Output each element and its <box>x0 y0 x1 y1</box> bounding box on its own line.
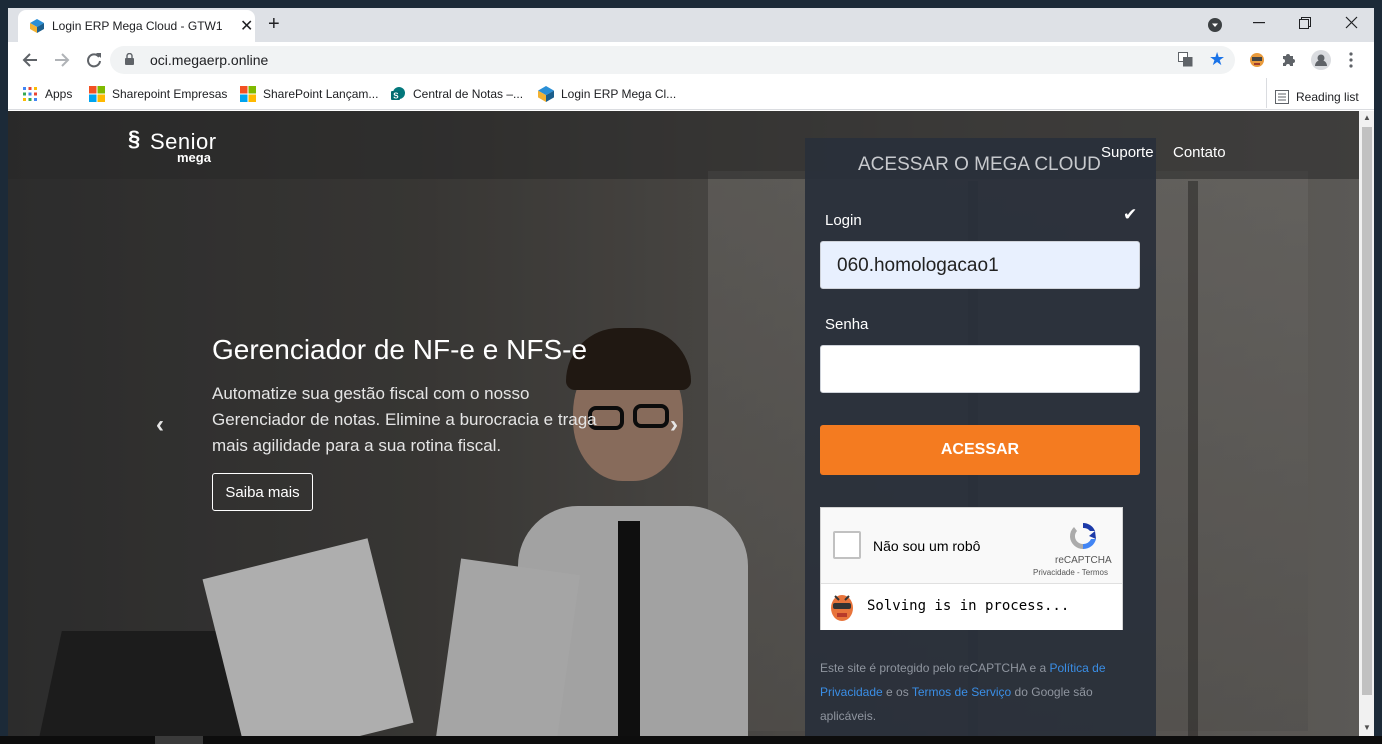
mega-cloud-favicon-icon <box>30 19 44 33</box>
close-window-icon[interactable] <box>1345 16 1358 29</box>
bookmark-central-de-notas[interactable]: S Central de Notas –... <box>390 86 523 102</box>
hero-description: Automatize sua gestão fiscal com o nosso… <box>212 384 597 455</box>
browser-window: Login ERP Mega Cloud - GTW1 ✕ + oci.mega… <box>8 8 1374 736</box>
login-input[interactable]: 060.homologacao1 <box>820 241 1140 289</box>
recaptcha-logo-icon <box>1069 523 1096 550</box>
captcha-solver-status: Solving is in process... <box>821 583 1122 630</box>
acessar-button[interactable]: ACESSAR <box>820 425 1140 475</box>
tab-close-icon[interactable]: ✕ <box>240 16 253 36</box>
mega-cloud-favicon-icon <box>538 86 554 102</box>
minimize-icon[interactable] <box>1253 22 1265 24</box>
bookmark-star-icon[interactable]: ★ <box>1209 49 1225 70</box>
tab-strip: Login ERP Mega Cloud - GTW1 ✕ + <box>8 8 1374 42</box>
saiba-mais-button[interactable]: Saiba mais <box>212 473 313 511</box>
extensions-puzzle-icon[interactable] <box>1281 52 1296 67</box>
password-label: Senha <box>825 316 869 333</box>
bookmark-login-erp[interactable]: Login ERP Mega Cl... <box>538 86 676 102</box>
bookmarks-bar: Apps Sharepoint Empresas SharePoint Lanç… <box>8 78 1374 110</box>
web-page: § Senior mega ‹ › Gerenciador de NF-e e … <box>8 111 1359 736</box>
checkmark-icon: ✔ <box>1123 205 1138 224</box>
hero-title: Gerenciador de NF-e e NFS-e <box>212 334 588 365</box>
browser-tab[interactable]: Login ERP Mega Cloud - GTW1 ✕ <box>18 10 255 42</box>
login-label: Login <box>825 212 862 229</box>
url-text: oci.megaerp.online <box>150 52 269 68</box>
legal-text: e os <box>882 685 912 699</box>
lock-icon <box>125 53 134 65</box>
back-icon[interactable] <box>22 52 38 68</box>
svg-text:S: S <box>393 92 399 101</box>
reading-list-label: Reading list <box>1296 90 1359 104</box>
scroll-down-icon[interactable]: ▼ <box>1363 723 1371 732</box>
menu-kebab-icon[interactable] <box>1349 52 1353 68</box>
recaptcha-label: Não sou um robô <box>873 538 981 554</box>
bookmark-label: SharePoint Lançam... <box>263 87 379 101</box>
password-input[interactable] <box>820 345 1140 393</box>
bookmark-label: Central de Notas –... <box>413 87 524 101</box>
bookmark-label: Sharepoint Empresas <box>112 87 228 101</box>
terms-of-service-link[interactable]: Termos de Serviço <box>912 685 1011 699</box>
legal-text: Este site é protegido pelo reCAPTCHA e a <box>820 661 1050 675</box>
reload-icon[interactable] <box>86 52 102 68</box>
solver-extension-icon[interactable] <box>1249 51 1265 69</box>
senior-logo-icon: § <box>128 126 141 151</box>
new-tab-button[interactable]: + <box>268 13 280 36</box>
recaptcha-brand: reCAPTCHA <box>1055 555 1112 566</box>
recaptcha-legal: Este site é protegido pelo reCAPTCHA e a… <box>820 656 1140 728</box>
microsoft-logo-icon <box>89 86 105 102</box>
translate-icon[interactable] <box>1178 52 1193 67</box>
carousel-prev-icon[interactable]: ‹ <box>156 411 164 439</box>
bookmark-apps[interactable]: Apps <box>22 86 72 102</box>
restore-icon[interactable] <box>1299 17 1311 29</box>
solver-status-text: Solving is in process... <box>867 598 1070 614</box>
recaptcha-widget: Não sou um robô reCAPTCHA Privacidade - … <box>820 507 1123 630</box>
browser-toolbar: oci.megaerp.online ★ <box>8 42 1374 78</box>
taskbar <box>0 736 1382 744</box>
solver-bot-icon <box>831 595 853 621</box>
apps-grid-icon <box>23 87 37 101</box>
login-panel: ACESSAR O MEGA CLOUD Login ✔ 060.homolog… <box>805 138 1156 736</box>
recaptcha-checkbox[interactable] <box>833 531 861 559</box>
bookmark-label: Login ERP Mega Cl... <box>561 87 677 101</box>
profile-avatar-icon[interactable] <box>1311 50 1331 70</box>
carousel-next-icon[interactable]: › <box>670 411 678 439</box>
tab-search-icon[interactable] <box>1208 18 1222 32</box>
scrollbar-thumb[interactable] <box>1362 127 1372 695</box>
login-input-value: 060.homologacao1 <box>837 255 999 276</box>
page-scrollbar[interactable]: ▲ ▼ <box>1359 111 1374 736</box>
sharepoint-icon: S <box>391 87 405 101</box>
desktop-edge <box>0 0 8 744</box>
bookmark-label: Apps <box>45 87 73 101</box>
hero-overlay <box>8 111 1359 736</box>
recaptcha-links[interactable]: Privacidade - Termos <box>1033 568 1108 577</box>
forward-icon[interactable] <box>54 52 70 68</box>
microsoft-logo-icon <box>240 86 256 102</box>
taskbar-item[interactable] <box>155 736 203 744</box>
bookmark-sharepoint-empresas[interactable]: Sharepoint Empresas <box>89 86 227 102</box>
logo-sub: mega <box>177 150 211 165</box>
nav-contato[interactable]: Contato <box>1173 144 1226 161</box>
reading-list-button[interactable]: Reading list <box>1266 78 1359 108</box>
scroll-up-icon[interactable]: ▲ <box>1363 113 1371 122</box>
login-panel-title: ACESSAR O MEGA CLOUD <box>858 154 1101 175</box>
tab-title: Login ERP Mega Cloud - GTW1 <box>52 19 223 33</box>
reading-list-icon <box>1275 90 1289 104</box>
nav-suporte[interactable]: Suporte <box>1101 144 1154 161</box>
address-bar[interactable]: oci.megaerp.online ★ <box>110 46 1235 74</box>
bookmark-sharepoint-lancam[interactable]: SharePoint Lançam... <box>240 86 378 102</box>
